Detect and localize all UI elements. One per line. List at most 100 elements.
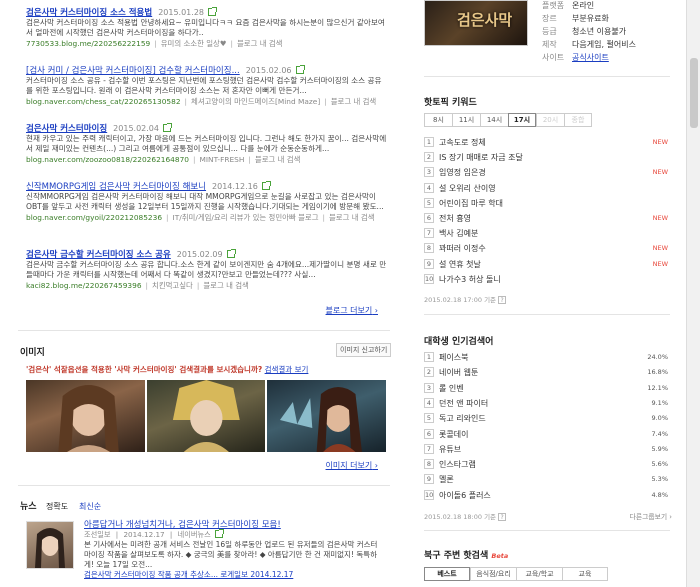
univ-row[interactable]: 4 던전 앤 파이터 9.1% (424, 396, 668, 411)
hot-tab-17[interactable]: 17시 (508, 113, 536, 127)
univ-keyword[interactable]: 인스타그램 (439, 460, 476, 469)
hot-tab-8[interactable]: 8시 (424, 113, 452, 127)
external-link-icon[interactable] (261, 181, 271, 190)
result-author[interactable]: 유미의 소소한 일상♥ (161, 39, 227, 48)
vertical-scrollbar[interactable] (686, 0, 700, 587)
hot-keyword[interactable]: 설 연휴 첫날 (439, 260, 481, 269)
scrollbar-thumb[interactable] (690, 58, 698, 128)
hot-row[interactable]: 4 설 오위리 산이영 (424, 181, 668, 196)
hot-keyword[interactable]: 백사 김예분 (439, 229, 478, 238)
univ-keyword[interactable]: 유튜브 (439, 445, 461, 454)
help-icon[interactable]: ? (498, 296, 507, 304)
result-snippet: 신작MMORPG게임 검은사막 커스터마이징 해보니 대작 MMORPG게임으로… (26, 192, 384, 211)
hot-row[interactable]: 6 전처 흉영 NEW (424, 211, 668, 226)
hot-row[interactable]: 1 고속도로 정체 NEW (424, 135, 668, 150)
univ-keyword[interactable]: 페이스북 (439, 353, 468, 362)
new-badge: NEW (652, 214, 668, 222)
univ-keyword[interactable]: 독고 리와인드 (439, 414, 486, 423)
result-title[interactable]: [검사 커미 / 검은사막 커스터마이징] 검수할 커스터마이징... (26, 66, 240, 76)
result-author[interactable]: 체셔고양이의 마인드메이즈[Mind Maze] (191, 97, 320, 106)
result-title[interactable]: 검은사막 커스터마이징 소스 적용법 (26, 8, 152, 18)
univ-row[interactable]: 6 롯콜데이 7.4% (424, 427, 668, 442)
hot-row[interactable]: 9 설 연휴 첫날 NEW (424, 257, 668, 272)
univ-row[interactable]: 1 페이스북 24.0% (424, 350, 668, 365)
result-author[interactable]: IT/취미/게임/요리 리뷰가 있는 정민아빠 블로그 (173, 213, 319, 222)
local-tab-edu[interactable]: 교육 (562, 567, 608, 581)
univ-row[interactable]: 3 롤 인벤 12.1% (424, 381, 668, 396)
hot-keyword[interactable]: 전처 흉영 (439, 214, 471, 223)
result-url[interactable]: blog.naver.com/gyoil/220212085236 (26, 213, 162, 222)
hot-keyword[interactable]: 임영정 임은경 (439, 168, 486, 177)
result-url[interactable]: 7730533.blog.me/220256222159 (26, 39, 150, 48)
game-image[interactable]: 검은사막 (424, 0, 528, 46)
result-url[interactable]: kaci82.blog.me/220267459396 (26, 281, 142, 290)
hot-row[interactable]: 5 어린이집 마루 학대 (424, 196, 668, 211)
result-title[interactable]: 검은사막 금수할 커스터마이징 소스 공유 (26, 250, 171, 260)
news-tab-accuracy[interactable]: 정확도 (46, 501, 68, 512)
univ-other-group-link[interactable]: 다른그룹보기 › (630, 511, 672, 521)
inblog-search-link[interactable]: 블로그 내 검색 (329, 213, 375, 222)
result-url[interactable]: blog.naver.com/chess_cat/220265130582 (26, 97, 181, 106)
image-report-button[interactable]: 이미지 신고하기 (336, 343, 392, 357)
hot-row[interactable]: 7 백사 김예분 (424, 226, 668, 241)
result-author[interactable]: 치킨먹고싶다 (152, 281, 193, 290)
hot-keyword[interactable]: 어린이집 마루 학대 (439, 199, 503, 208)
univ-row[interactable]: 10 아이돌6 플러스 4.8% (424, 488, 668, 503)
univ-row[interactable]: 2 네이버 웹툰 16.8% (424, 365, 668, 380)
external-link-icon[interactable] (162, 123, 172, 132)
image-thumb-1[interactable] (26, 380, 145, 452)
hot-tab-20[interactable]: 20시 (536, 113, 564, 127)
univ-keyword[interactable]: 아이돌6 플러스 (439, 491, 491, 500)
new-badge: NEW (652, 259, 668, 268)
inblog-search-link[interactable]: 블로그 내 검색 (237, 39, 283, 48)
hot-row[interactable]: 3 임영정 임은경 NEW (424, 165, 668, 180)
univ-row[interactable]: 8 인스타그램 5.6% (424, 457, 668, 472)
help-icon[interactable]: ? (498, 513, 507, 521)
external-link-icon[interactable] (214, 529, 224, 538)
hot-keyword[interactable]: 설 오위리 산이영 (439, 184, 496, 193)
hot-row[interactable]: 8 꽈떠러 이정수 NEW (424, 241, 668, 256)
news-related[interactable]: 검은사막 커스터마이징 작품 공개 추상소... 로게일보 2014.12.17 (84, 570, 384, 580)
hot-keyword[interactable]: 나가수3 허상 돌니 (439, 275, 501, 284)
naver-news-link[interactable]: 네이버뉴스 (178, 530, 211, 539)
official-site-link[interactable]: 공식사이트 (572, 53, 609, 62)
result-url[interactable]: blog.naver.com/zoozoo0818/220262164870 (26, 155, 189, 164)
result-title[interactable]: 신작MMORPG게임 검은사막 커스터마이징 해보니 (26, 182, 206, 192)
external-link-icon[interactable] (208, 7, 217, 16)
univ-row[interactable]: 7 유튜브 5.9% (424, 442, 668, 457)
image-thumb-2[interactable] (146, 380, 266, 452)
portrait-art (58, 385, 119, 452)
news-title[interactable]: 아름답거나 개성넘치거나, 검은사막 커스터마이징 모음! (84, 520, 384, 530)
local-tab-school[interactable]: 교육/학교 (516, 567, 562, 581)
hot-keyword[interactable]: 꽈떠러 이정수 (439, 244, 486, 253)
inblog-search-link[interactable]: 블로그 내 검색 (255, 155, 301, 164)
univ-keyword[interactable]: 네이버 웹툰 (439, 368, 478, 377)
hot-tab-all[interactable]: 종합 (564, 113, 592, 127)
blog-more-link[interactable]: 블로그 더보기 › (326, 305, 378, 316)
inblog-search-link[interactable]: 블로그 내 검색 (203, 281, 249, 290)
result-title[interactable]: 검은사막 커스터마이징 (26, 124, 107, 134)
external-link-icon[interactable] (295, 65, 305, 74)
univ-row[interactable]: 9 멜론 5.3% (424, 472, 668, 487)
univ-row[interactable]: 5 독고 리와인드 9.0% (424, 411, 668, 426)
hot-keyword[interactable]: IS 장기 매매로 자금 조달 (439, 153, 523, 162)
univ-keyword[interactable]: 롤 인벤 (439, 384, 464, 393)
hot-keyword[interactable]: 고속도로 정체 (439, 138, 486, 147)
external-link-icon[interactable] (226, 249, 236, 258)
local-tab-best[interactable]: 베스트 (424, 567, 470, 581)
inblog-search-link[interactable]: 블로그 내 검색 (331, 97, 377, 106)
result-author[interactable]: MINT-FRESH (200, 155, 245, 164)
univ-keyword[interactable]: 롯콜데이 (439, 430, 468, 439)
hot-row[interactable]: 10 나가수3 허상 돌니 (424, 272, 668, 287)
image-more-link[interactable]: 이미지 더보기 › (326, 460, 378, 471)
hot-row[interactable]: 2 IS 장기 매매로 자금 조달 (424, 150, 668, 165)
news-tab-latest[interactable]: 최신순 (79, 501, 101, 512)
local-tab-food[interactable]: 음식점/요리 (470, 567, 516, 581)
univ-keyword[interactable]: 멜론 (439, 475, 454, 484)
hot-tab-14[interactable]: 14시 (480, 113, 508, 127)
image-thumb-3[interactable] (267, 380, 387, 452)
univ-keyword[interactable]: 던전 앤 파이터 (439, 399, 488, 408)
news-thumb[interactable] (26, 521, 74, 569)
image-notice-link[interactable]: 검색결과 보기 (265, 365, 309, 374)
hot-tab-11[interactable]: 11시 (452, 113, 480, 127)
